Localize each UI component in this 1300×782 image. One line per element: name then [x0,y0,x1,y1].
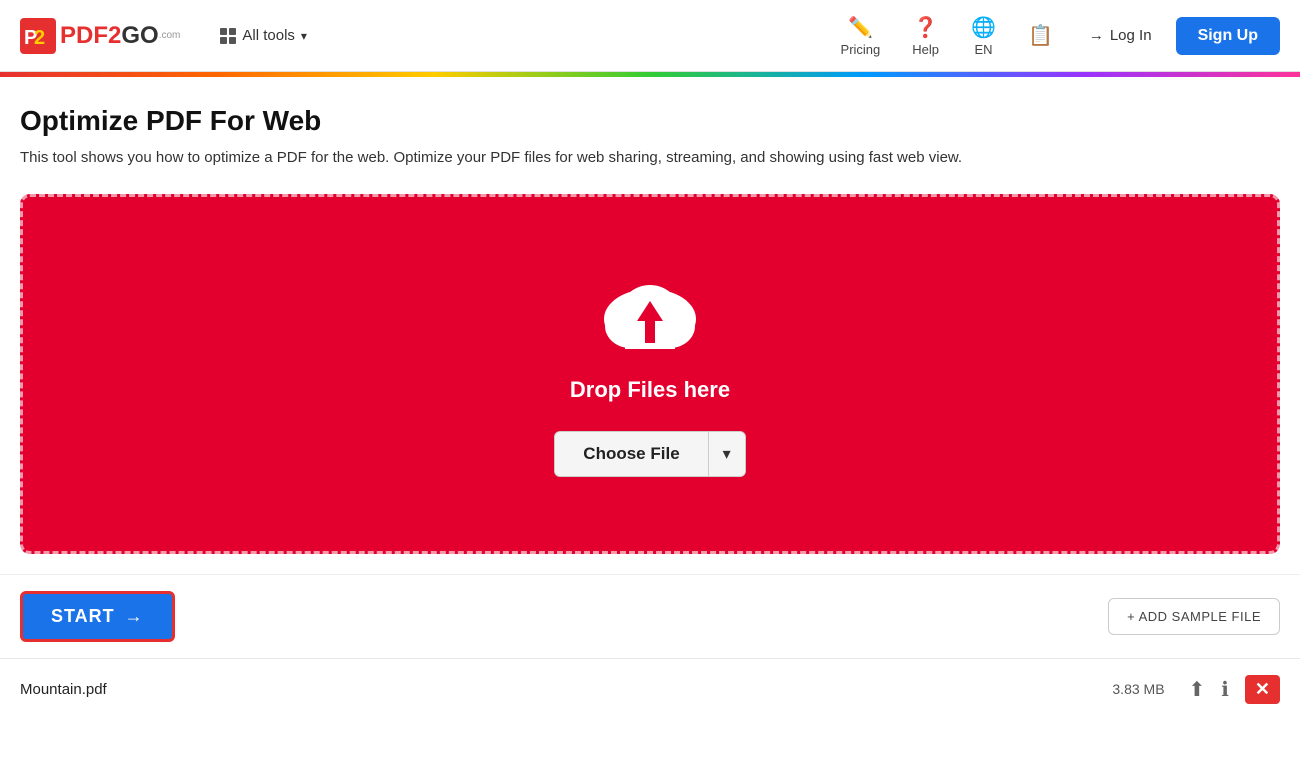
logo-2: 2 [108,22,121,50]
choose-file-dropdown-icon[interactable]: ▾ [708,432,745,476]
logo-icon: P 2 [20,18,56,54]
logo-go: GO [121,22,158,50]
file-row: Mountain.pdf 3.83 MB ⬆ ℹ ✕ [0,658,1300,720]
login-button[interactable]: → Log In [1073,19,1168,52]
all-tools-label: All tools [242,27,295,44]
help-icon: ❓ [913,15,938,40]
drop-text: Drop Files here [570,377,730,403]
file-download-button[interactable]: ⬆ [1181,673,1214,706]
add-sample-label: + ADD SAMPLE FILE [1127,609,1261,624]
all-tools-button[interactable]: All tools ▾ [210,21,317,50]
bottom-toolbar: START → + ADD SAMPLE FILE [0,574,1300,658]
grid-icon [220,28,236,44]
page-description: This tool shows you how to optimize a PD… [20,147,1120,170]
history-icon: 📋 [1028,23,1053,48]
signup-label: Sign Up [1198,27,1258,44]
nav-language[interactable]: 🌐 EN [959,9,1008,63]
nav-pricing[interactable]: ✏️ Pricing [829,9,893,63]
close-icon: ✕ [1255,679,1270,699]
pricing-label: Pricing [841,42,881,57]
login-label: Log In [1110,27,1152,44]
svg-text:2: 2 [34,27,45,49]
file-name: Mountain.pdf [20,681,1112,698]
nav-help[interactable]: ❓ Help [900,9,951,63]
drop-zone[interactable]: Drop Files here Choose File ▾ [20,194,1280,554]
page-title: Optimize PDF For Web [20,105,1280,137]
start-label: START [51,606,115,627]
file-info-button[interactable]: ℹ [1213,673,1237,706]
choose-file-label: Choose File [555,432,707,476]
language-label: EN [974,42,992,57]
file-size: 3.83 MB [1112,681,1164,697]
upload-cloud-icon [595,271,705,361]
help-label: Help [912,42,939,57]
add-sample-file-button[interactable]: + ADD SAMPLE FILE [1108,598,1280,635]
choose-file-button[interactable]: Choose File ▾ [554,431,745,477]
chevron-down-icon: ▾ [301,29,307,43]
globe-icon: 🌐 [971,15,996,40]
pricing-icon: ✏️ [848,15,873,40]
file-delete-button[interactable]: ✕ [1245,675,1280,704]
signup-button[interactable]: Sign Up [1176,17,1280,55]
logo-pdf: PDF [60,22,108,50]
login-icon: → [1089,27,1104,44]
main-content: Optimize PDF For Web This tool shows you… [0,77,1300,574]
start-button[interactable]: START → [20,591,175,642]
logo-com: .com [159,30,181,41]
nav-history[interactable]: 📋 [1016,17,1065,54]
info-icon: ℹ [1221,679,1229,701]
header: P 2 PDF 2 GO .com All tools ▾ ✏️ Pricing… [0,0,1300,72]
download-icon: ⬆ [1189,679,1206,701]
logo[interactable]: P 2 PDF 2 GO .com [20,18,180,54]
header-nav: ✏️ Pricing ❓ Help 🌐 EN 📋 → Log In Sign U… [829,9,1280,63]
start-arrow-icon: → [125,606,144,627]
